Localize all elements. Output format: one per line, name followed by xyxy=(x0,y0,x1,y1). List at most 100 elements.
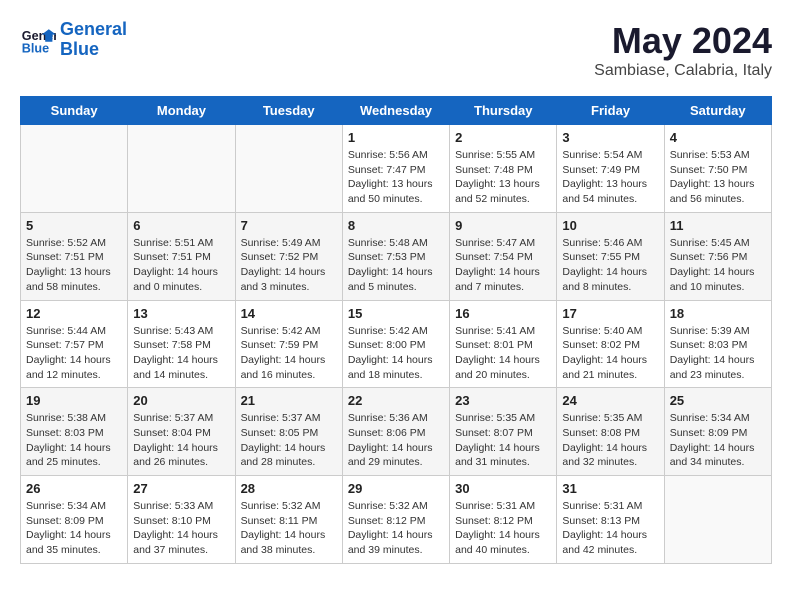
day-info: Sunrise: 5:31 AMSunset: 8:12 PMDaylight:… xyxy=(455,499,551,558)
day-header-monday: Monday xyxy=(128,97,235,125)
day-header-sunday: Sunday xyxy=(21,97,128,125)
subtitle: Sambiase, Calabria, Italy xyxy=(594,62,772,80)
calendar-cell: 15 Sunrise: 5:42 AMSunset: 8:00 PMDayligh… xyxy=(342,300,449,388)
day-number: 1 xyxy=(348,130,444,145)
calendar-cell: 14Sunrise: 5:42 AMSunset: 7:59 PMDayligh… xyxy=(235,300,342,388)
calendar-cell: 22 Sunrise: 5:36 AMSunset: 8:06 PMDayligh… xyxy=(342,388,449,476)
day-info: Sunrise: 5:45 AMSunset: 7:56 PMDaylight:… xyxy=(670,236,766,295)
day-info: Sunrise: 5:43 AMSunset: 7:58 PMDaylight:… xyxy=(133,324,229,383)
calendar-table: SundayMondayTuesdayWednesdayThursdayFrid… xyxy=(20,96,772,564)
calendar-cell: 6 Sunrise: 5:51 AMSunset: 7:51 PMDaylight… xyxy=(128,212,235,300)
day-number: 24 xyxy=(562,393,658,408)
day-info: Sunrise: 5:34 AMSunset: 8:09 PMDaylight:… xyxy=(670,411,766,470)
calendar-cell: 11 Sunrise: 5:45 AMSunset: 7:56 PMDayligh… xyxy=(664,212,771,300)
day-info: Sunrise: 5:47 AMSunset: 7:54 PMDaylight:… xyxy=(455,236,551,295)
calendar-cell: 2 Sunrise: 5:55 AMSunset: 7:48 PMDaylight… xyxy=(450,125,557,213)
day-info: Sunrise: 5:55 AMSunset: 7:48 PMDaylight:… xyxy=(455,148,551,207)
day-info: Sunrise: 5:41 AMSunset: 8:01 PMDaylight:… xyxy=(455,324,551,383)
day-number: 14 xyxy=(241,306,337,321)
day-info: Sunrise: 5:35 AMSunset: 8:08 PMDaylight:… xyxy=(562,411,658,470)
calendar-cell: 30 Sunrise: 5:31 AMSunset: 8:12 PMDayligh… xyxy=(450,476,557,564)
logo: General Blue General Blue xyxy=(20,20,127,60)
day-info: Sunrise: 5:31 AMSunset: 8:13 PMDaylight:… xyxy=(562,499,658,558)
day-number: 2 xyxy=(455,130,551,145)
day-number: 12 xyxy=(26,306,122,321)
day-info: Sunrise: 5:40 AMSunset: 8:02 PMDaylight:… xyxy=(562,324,658,383)
logo-text: General Blue xyxy=(60,20,127,60)
day-number: 29 xyxy=(348,481,444,496)
calendar-cell: 21Sunrise: 5:37 AMSunset: 8:05 PMDayligh… xyxy=(235,388,342,476)
calendar-cell: 16 Sunrise: 5:41 AMSunset: 8:01 PMDayligh… xyxy=(450,300,557,388)
calendar-cell: 12 Sunrise: 5:44 AMSunset: 7:57 PMDayligh… xyxy=(21,300,128,388)
calendar-cell: 23 Sunrise: 5:35 AMSunset: 8:07 PMDayligh… xyxy=(450,388,557,476)
day-number: 22 xyxy=(348,393,444,408)
calendar-cell: 3 Sunrise: 5:54 AMSunset: 7:49 PMDaylight… xyxy=(557,125,664,213)
calendar-cell: 29 Sunrise: 5:32 AMSunset: 8:12 PMDayligh… xyxy=(342,476,449,564)
day-number: 4 xyxy=(670,130,766,145)
day-number: 30 xyxy=(455,481,551,496)
day-info: Sunrise: 5:32 AMSunset: 8:11 PMDaylight:… xyxy=(241,499,337,558)
day-number: 6 xyxy=(133,218,229,233)
calendar-cell xyxy=(664,476,771,564)
day-info: Sunrise: 5:42 AMSunset: 8:00 PMDaylight:… xyxy=(348,324,444,383)
calendar-cell: 18Sunrise: 5:39 AMSunset: 8:03 PMDayligh… xyxy=(664,300,771,388)
day-info: Sunrise: 5:49 AMSunset: 7:52 PMDaylight:… xyxy=(241,236,337,295)
calendar-cell: 25 Sunrise: 5:34 AMSunset: 8:09 PMDayligh… xyxy=(664,388,771,476)
day-number: 3 xyxy=(562,130,658,145)
day-number: 25 xyxy=(670,393,766,408)
logo-icon: General Blue xyxy=(20,22,56,58)
calendar-cell: 31 Sunrise: 5:31 AMSunset: 8:13 PMDayligh… xyxy=(557,476,664,564)
day-info: Sunrise: 5:33 AMSunset: 8:10 PMDaylight:… xyxy=(133,499,229,558)
calendar-week-5: 26 Sunrise: 5:34 AMSunset: 8:09 PMDayligh… xyxy=(21,476,772,564)
day-info: Sunrise: 5:32 AMSunset: 8:12 PMDaylight:… xyxy=(348,499,444,558)
calendar-cell: 20 Sunrise: 5:37 AMSunset: 8:04 PMDayligh… xyxy=(128,388,235,476)
calendar-week-2: 5 Sunrise: 5:52 AMSunset: 7:51 PMDaylight… xyxy=(21,212,772,300)
calendar-week-1: 1Sunrise: 5:56 AMSunset: 7:47 PMDaylight… xyxy=(21,125,772,213)
day-header-saturday: Saturday xyxy=(664,97,771,125)
day-number: 13 xyxy=(133,306,229,321)
day-info: Sunrise: 5:34 AMSunset: 8:09 PMDaylight:… xyxy=(26,499,122,558)
day-number: 7 xyxy=(241,218,337,233)
day-number: 16 xyxy=(455,306,551,321)
calendar-cell xyxy=(235,125,342,213)
title-block: May 2024 Sambiase, Calabria, Italy xyxy=(594,20,772,80)
calendar-cell xyxy=(128,125,235,213)
day-info: Sunrise: 5:37 AMSunset: 8:04 PMDaylight:… xyxy=(133,411,229,470)
day-number: 5 xyxy=(26,218,122,233)
page-header: General Blue General Blue May 2024 Sambi… xyxy=(20,20,772,80)
calendar-week-4: 19 Sunrise: 5:38 AMSunset: 8:03 PMDayligh… xyxy=(21,388,772,476)
day-number: 10 xyxy=(562,218,658,233)
calendar-cell: 4Sunrise: 5:53 AMSunset: 7:50 PMDaylight… xyxy=(664,125,771,213)
calendar-cell: 1Sunrise: 5:56 AMSunset: 7:47 PMDaylight… xyxy=(342,125,449,213)
day-info: Sunrise: 5:54 AMSunset: 7:49 PMDaylight:… xyxy=(562,148,658,207)
calendar-cell xyxy=(21,125,128,213)
day-number: 23 xyxy=(455,393,551,408)
svg-text:Blue: Blue xyxy=(22,41,49,55)
day-info: Sunrise: 5:48 AMSunset: 7:53 PMDaylight:… xyxy=(348,236,444,295)
day-number: 26 xyxy=(26,481,122,496)
day-number: 31 xyxy=(562,481,658,496)
calendar-cell: 19 Sunrise: 5:38 AMSunset: 8:03 PMDayligh… xyxy=(21,388,128,476)
calendar-cell: 27 Sunrise: 5:33 AMSunset: 8:10 PMDayligh… xyxy=(128,476,235,564)
day-info: Sunrise: 5:51 AMSunset: 7:51 PMDaylight:… xyxy=(133,236,229,295)
calendar-cell: 8Sunrise: 5:48 AMSunset: 7:53 PMDaylight… xyxy=(342,212,449,300)
day-number: 20 xyxy=(133,393,229,408)
day-number: 9 xyxy=(455,218,551,233)
calendar-cell: 7 Sunrise: 5:49 AMSunset: 7:52 PMDaylight… xyxy=(235,212,342,300)
calendar-cell: 28Sunrise: 5:32 AMSunset: 8:11 PMDayligh… xyxy=(235,476,342,564)
day-number: 15 xyxy=(348,306,444,321)
day-info: Sunrise: 5:52 AMSunset: 7:51 PMDaylight:… xyxy=(26,236,122,295)
day-info: Sunrise: 5:44 AMSunset: 7:57 PMDaylight:… xyxy=(26,324,122,383)
day-info: Sunrise: 5:35 AMSunset: 8:07 PMDaylight:… xyxy=(455,411,551,470)
main-title: May 2024 xyxy=(594,20,772,62)
day-number: 18 xyxy=(670,306,766,321)
day-header-wednesday: Wednesday xyxy=(342,97,449,125)
day-info: Sunrise: 5:36 AMSunset: 8:06 PMDaylight:… xyxy=(348,411,444,470)
day-header-thursday: Thursday xyxy=(450,97,557,125)
day-info: Sunrise: 5:38 AMSunset: 8:03 PMDaylight:… xyxy=(26,411,122,470)
day-number: 27 xyxy=(133,481,229,496)
calendar-cell: 26 Sunrise: 5:34 AMSunset: 8:09 PMDayligh… xyxy=(21,476,128,564)
calendar-cell: 17Sunrise: 5:40 AMSunset: 8:02 PMDayligh… xyxy=(557,300,664,388)
day-number: 19 xyxy=(26,393,122,408)
day-number: 11 xyxy=(670,218,766,233)
